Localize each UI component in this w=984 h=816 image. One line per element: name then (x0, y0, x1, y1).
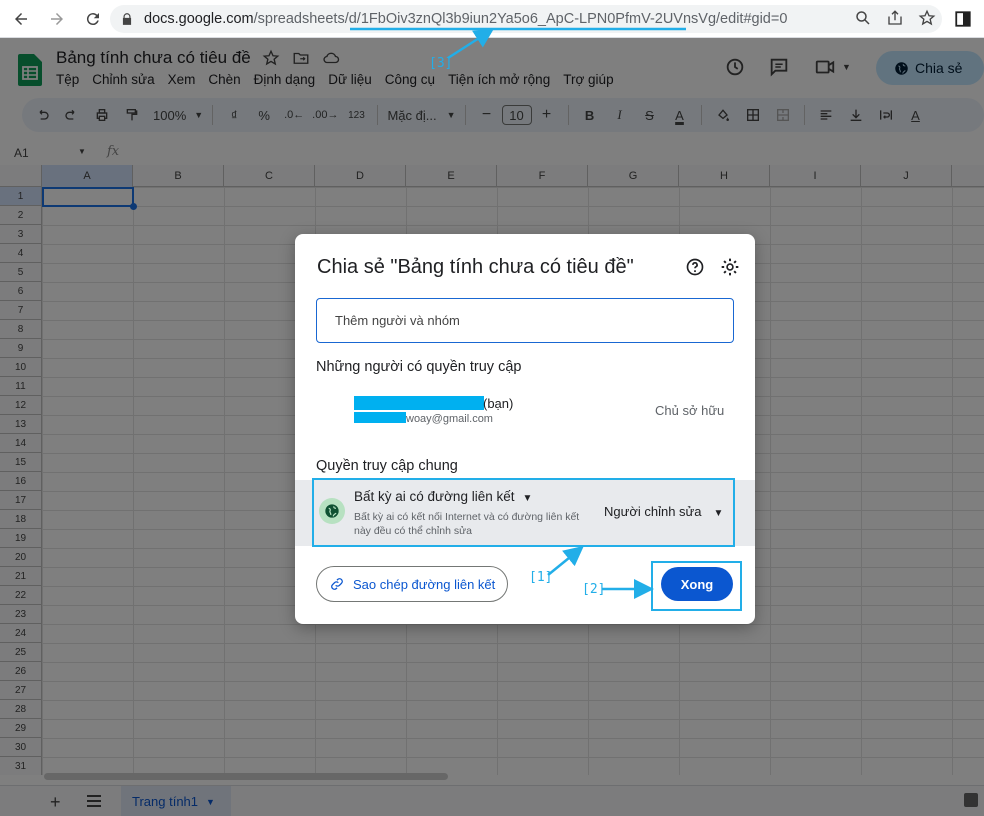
share-page-icon[interactable] (886, 9, 904, 27)
back-icon[interactable] (10, 8, 32, 30)
browser-toolbar: docs.google.com/spreadsheets/d/1FbOiv3zn… (0, 0, 984, 38)
redacted-email-prefix (354, 412, 406, 423)
annotation-box-general-access (312, 478, 735, 547)
dialog-title: Chia sẻ "Bảng tính chưa có tiêu đề" (317, 256, 634, 278)
copy-link-label: Sao chép đường liên kết (353, 576, 496, 592)
general-access-heading: Quyền truy cập chung (316, 458, 458, 474)
person-you-label: (bạn) (483, 396, 514, 411)
url-doc-id: 1FbOiv3znQl3b9iun2Ya5o6_ApC-LPN0PfmV-2UV… (360, 11, 717, 27)
url-path: /spreadsheets/d/ (253, 11, 361, 27)
reload-icon[interactable] (82, 8, 104, 30)
annotation-label-3: [3] (429, 56, 453, 71)
address-bar[interactable]: docs.google.com/spreadsheets/d/1FbOiv3zn… (110, 5, 942, 33)
people-access-heading: Những người có quyền truy cập (316, 359, 522, 375)
lock-icon (122, 13, 132, 25)
add-people-input[interactable]: Thêm người và nhóm (316, 298, 734, 343)
annotation-label-2: [2] (582, 582, 606, 597)
copy-link-button[interactable]: Sao chép đường liên kết (316, 566, 508, 602)
url-host: docs.google.com (144, 11, 254, 27)
person-email: woay@gmail.com (406, 413, 493, 425)
annotation-label-1: [1] (529, 570, 553, 585)
owner-role-label: Chủ sở hữu (655, 403, 725, 418)
settings-gear-icon[interactable] (720, 257, 740, 277)
bookmark-star-icon[interactable] (918, 9, 936, 27)
forward-icon[interactable] (46, 8, 68, 30)
side-panel-icon[interactable] (954, 10, 972, 28)
zoom-icon[interactable] (854, 9, 872, 27)
url-tail: /edit#gid=0 (716, 11, 788, 27)
link-icon (331, 578, 343, 590)
help-icon[interactable] (685, 257, 705, 277)
annotation-box-done (651, 561, 742, 611)
redacted-name (354, 396, 484, 410)
